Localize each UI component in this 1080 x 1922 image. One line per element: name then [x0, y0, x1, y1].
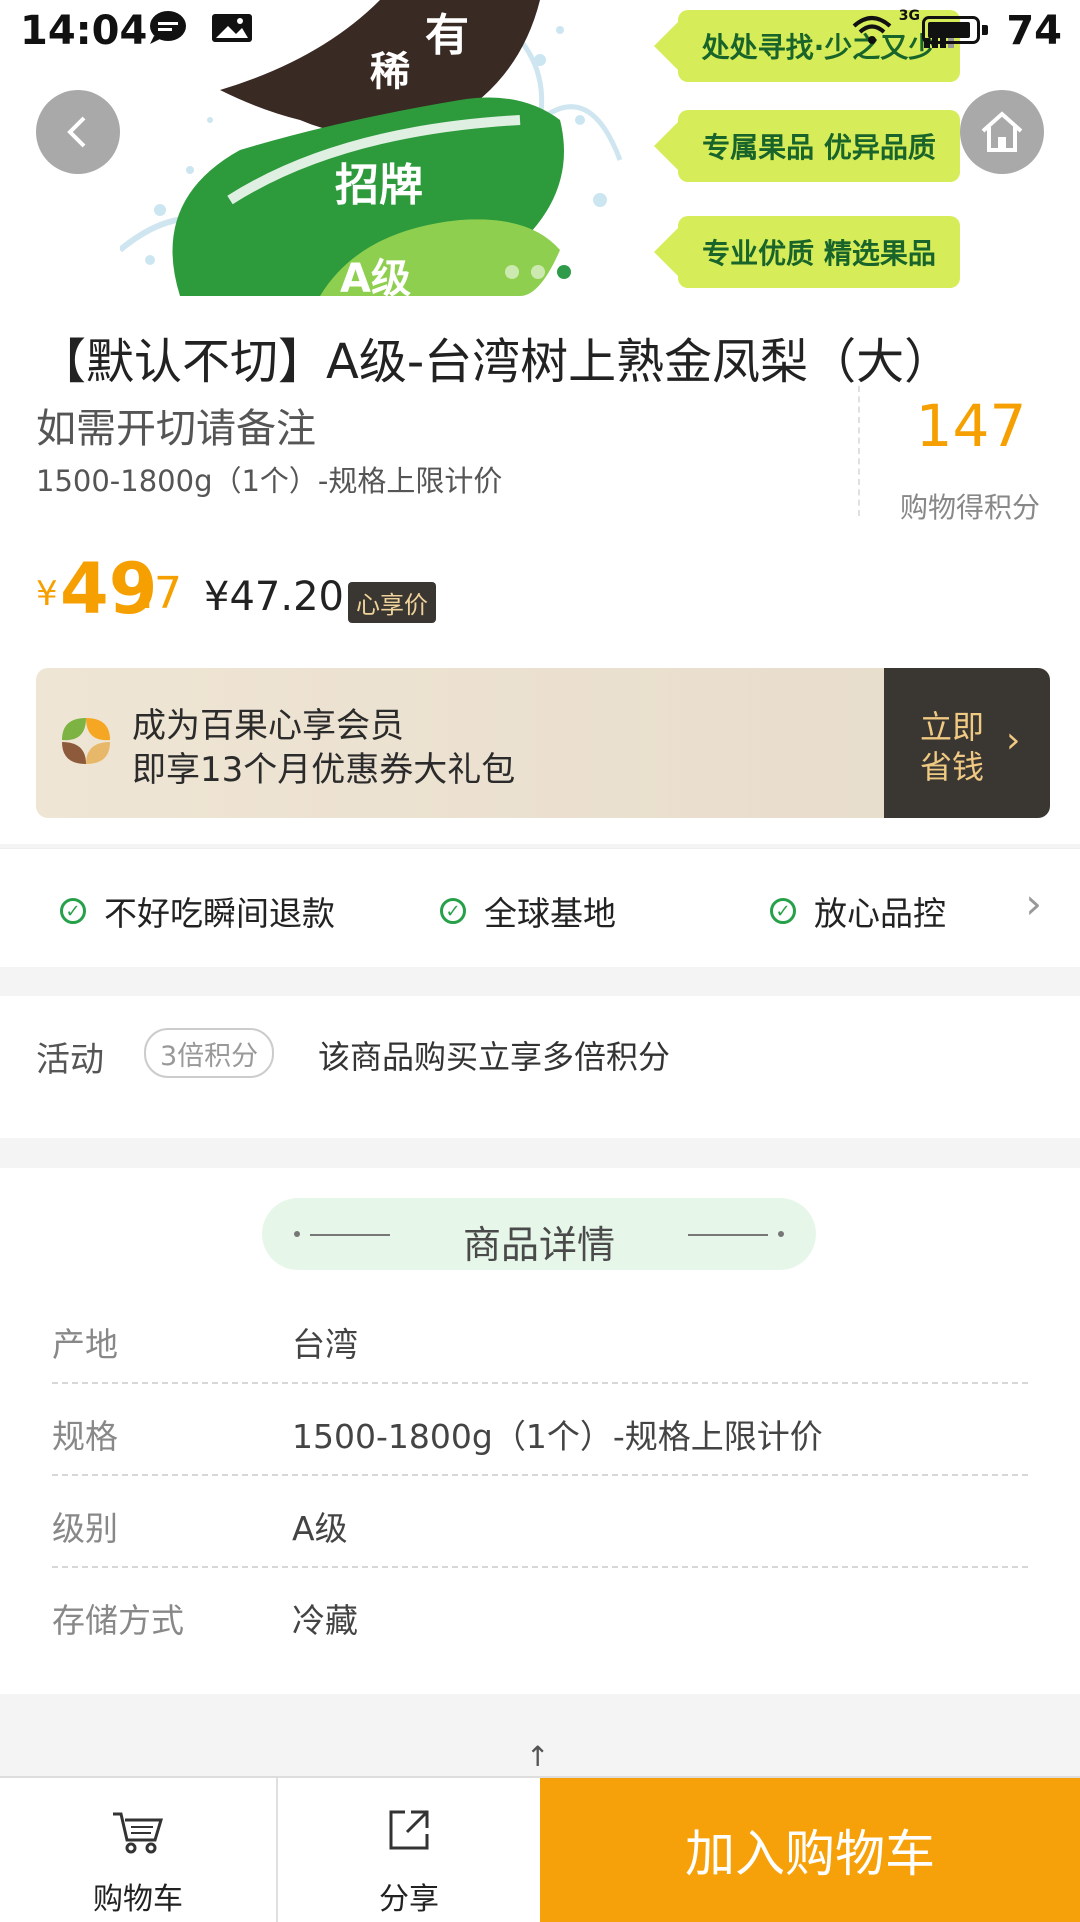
- price-decimal: .7: [140, 568, 182, 619]
- banner-text-xi: 稀: [370, 49, 410, 95]
- battery-level: 74: [1006, 8, 1062, 54]
- check-circle-icon: ✓: [60, 898, 86, 924]
- detail-label: 规格: [52, 1417, 118, 1456]
- cart-label: 购物车: [93, 1882, 183, 1917]
- share-icon: [389, 1810, 429, 1850]
- service-guarantees[interactable]: ✓ 不好吃瞬间退款 ✓ 全球基地 ✓ 放心品控 ›: [0, 848, 1080, 967]
- carousel-indicator: [505, 264, 583, 283]
- status-time: 14:04: [20, 8, 148, 54]
- scroll-up-icon[interactable]: ↑: [526, 1740, 549, 1773]
- points-label: 购物得积分: [899, 491, 1040, 524]
- add-to-cart-button[interactable]: 加入购物车: [540, 1778, 1080, 1922]
- network-type: 3G: [898, 8, 920, 24]
- guarantee-item: ✓ 全球基地: [440, 887, 616, 935]
- product-details-section: 商品详情 产地 台湾 规格 1500-1800g（1个）-规格上限计价 级别 A…: [0, 1168, 1080, 1694]
- share-button[interactable]: 分享: [278, 1778, 540, 1922]
- detail-label: 存储方式: [52, 1601, 184, 1640]
- image-icon: [212, 14, 252, 42]
- battery-tip: [982, 25, 988, 35]
- check-circle-icon: ✓: [770, 898, 796, 924]
- detail-value: 冷藏: [292, 1601, 358, 1640]
- battery-icon: [922, 16, 980, 44]
- banner-text-zhaopai: 招牌: [335, 160, 423, 211]
- banner-tag-2: 专属果品 优异品质: [654, 110, 960, 182]
- save-now-button[interactable]: 立即 省钱 ›: [884, 668, 1050, 818]
- decorative-line: [688, 1234, 768, 1236]
- back-button[interactable]: [36, 90, 120, 174]
- carousel-dot-active[interactable]: [557, 265, 571, 279]
- activity-description: 该商品购买立享多倍积分: [318, 1038, 671, 1076]
- detail-value: 台湾: [292, 1325, 358, 1364]
- home-button[interactable]: [960, 90, 1044, 174]
- member-price: ¥47.20: [204, 574, 344, 620]
- wifi-icon: [850, 12, 894, 52]
- product-title: 【默认不切】A级-台湾树上熟金凤梨（大）: [38, 334, 953, 390]
- detail-label: 级别: [52, 1509, 118, 1548]
- guarantee-label: 不好吃瞬间退款: [104, 894, 335, 933]
- check-circle-icon: ✓: [440, 898, 466, 924]
- product-subtitle: 如需开切请备注: [36, 406, 316, 452]
- guarantee-item: ✓ 不好吃瞬间退款: [60, 887, 335, 935]
- shopping-cart-icon: [113, 1812, 164, 1854]
- member-price-badge: 心享价: [348, 582, 436, 623]
- chevron-left-icon: [67, 116, 86, 148]
- membership-banner[interactable]: 成为百果心享会员 即享13个月优惠券大礼包 立即 省钱 ›: [36, 668, 1050, 818]
- detail-value: 1500-1800g（1个）-规格上限计价: [292, 1417, 823, 1456]
- cart-button[interactable]: 购物车: [0, 1778, 278, 1922]
- home-icon: [981, 111, 1023, 152]
- save-now-line2: 省钱: [920, 748, 985, 786]
- points-value: 147: [915, 392, 1027, 460]
- promotion-section: 活动 3倍积分 该商品购买立享多倍积分: [0, 996, 1080, 1138]
- chevron-right-icon[interactable]: ›: [1025, 879, 1042, 928]
- detail-row: 规格 1500-1800g（1个）-规格上限计价: [52, 1384, 1028, 1476]
- status-notification-icons: [148, 10, 258, 50]
- activity-label: 活动: [36, 1040, 104, 1080]
- membership-line1: 成为百果心享会员: [132, 706, 404, 746]
- decorative-dot: [778, 1231, 784, 1237]
- product-spec: 1500-1800g（1个）-规格上限计价: [36, 464, 503, 498]
- membership-logo-icon: [62, 718, 110, 764]
- chevron-right-icon: ›: [1006, 720, 1021, 761]
- bottom-action-bar: 购物车 分享 加入购物车: [0, 1776, 1080, 1922]
- carousel-dot[interactable]: [531, 265, 545, 279]
- detail-row: 产地 台湾: [52, 1292, 1028, 1384]
- detail-value: A级: [292, 1509, 348, 1548]
- details-heading: 商品详情: [262, 1198, 816, 1270]
- product-info-section: 【默认不切】A级-台湾树上熟金凤梨（大） 如需开切请备注 1500-1800g（…: [0, 296, 1080, 844]
- guarantee-label: 全球基地: [484, 894, 616, 933]
- price-currency: ¥: [36, 574, 58, 614]
- detail-label: 产地: [52, 1325, 118, 1364]
- share-label: 分享: [379, 1882, 439, 1917]
- detail-row: 存储方式 冷藏: [52, 1568, 1028, 1658]
- detail-row: 级别 A级: [52, 1476, 1028, 1568]
- membership-line2: 即享13个月优惠券大礼包: [132, 750, 516, 790]
- guarantee-item: ✓ 放心品控: [770, 887, 946, 935]
- banner-text-you: 有: [425, 10, 469, 61]
- divider: [858, 386, 860, 516]
- details-title: 商品详情: [462, 1223, 615, 1267]
- carousel-dot[interactable]: [505, 265, 519, 279]
- banner-text-grade: A级: [340, 256, 411, 296]
- points-multiplier-badge: 3倍积分: [144, 1028, 275, 1078]
- guarantee-label: 放心品控: [814, 894, 946, 933]
- chat-bubble-icon: [150, 11, 186, 44]
- banner-tag-3: 专业优质 精选果品: [654, 216, 960, 288]
